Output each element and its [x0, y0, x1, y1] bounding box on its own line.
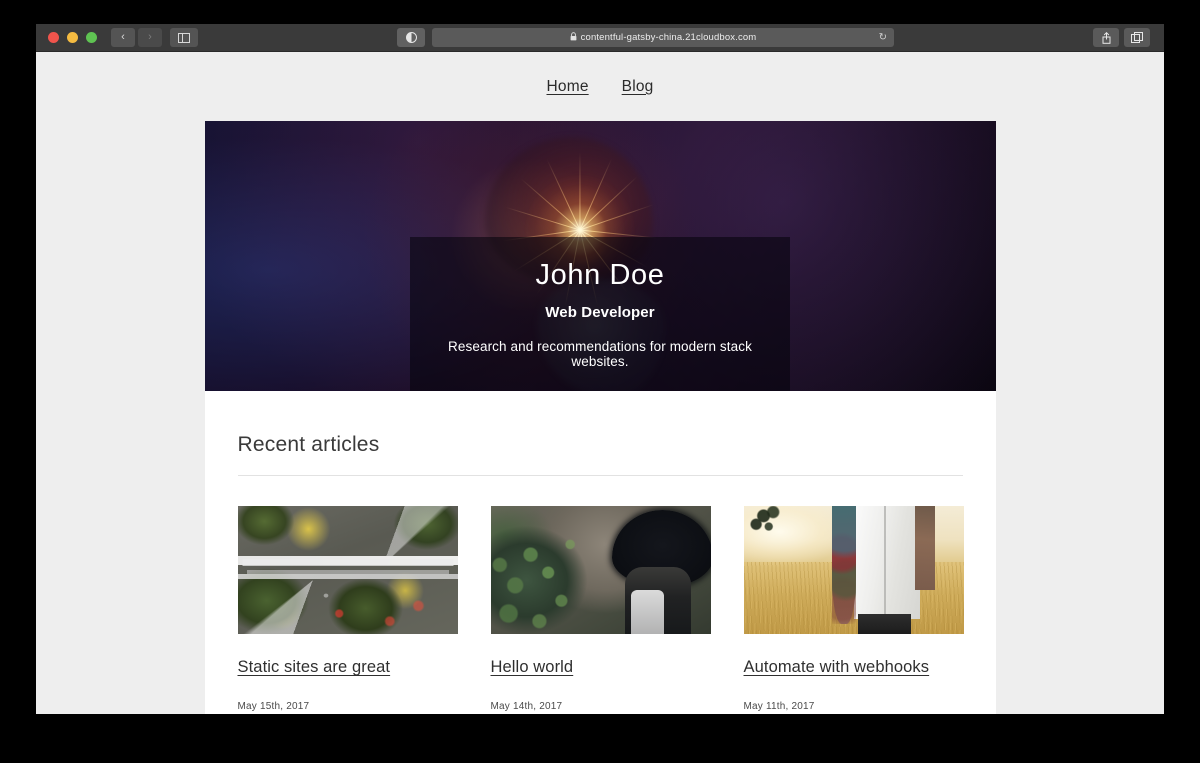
maximize-window-button[interactable] — [86, 32, 97, 43]
article-thumbnail-hat[interactable] — [490, 506, 711, 634]
navigation-buttons: ‹ › — [111, 28, 162, 47]
hero-banner: John Doe Web Developer Research and reco… — [204, 121, 996, 391]
reload-button[interactable]: ↻ — [879, 32, 887, 43]
share-icon — [1102, 31, 1110, 44]
back-button[interactable]: ‹ — [111, 28, 135, 47]
sidebar-icon — [178, 32, 190, 43]
article-card: Static sites are great May 15th, 2017 — [237, 506, 458, 712]
photo-figure-tattooed-arm — [831, 506, 856, 624]
article-card: Hello world May 14th, 2017 — [490, 506, 711, 712]
photo-figure-body — [631, 590, 665, 634]
section-divider — [237, 475, 963, 476]
window-traffic-lights — [48, 32, 97, 43]
article-title-link[interactable]: Hello world — [491, 658, 711, 677]
toolbar-right-group — [1093, 28, 1150, 47]
article-thumbnail-field[interactable] — [743, 506, 964, 634]
article-card-grid: Static sites are great May 15th, 2017 He… — [237, 506, 964, 712]
address-bar[interactable]: contentful-gatsby-china.21cloudbox.com ↻ — [432, 28, 894, 47]
nav-link-home[interactable]: Home — [547, 78, 589, 96]
woman-with-black-hat-in-forest-photo — [490, 506, 711, 634]
nav-link-blog[interactable]: Blog — [622, 78, 654, 96]
aerial-highway-interchange-photo — [237, 506, 458, 634]
browser-window: ‹ › contentful-gatsby-china.21cloudbox.c… — [36, 24, 1164, 714]
toolbar-center-group: contentful-gatsby-china.21cloudbox.com ↻ — [198, 28, 1093, 47]
person-in-golden-wheat-field-photo — [743, 506, 964, 634]
content-column: John Doe Web Developer Research and reco… — [204, 121, 996, 714]
article-thumbnail-highway[interactable] — [237, 506, 458, 634]
forward-button[interactable]: › — [138, 28, 162, 47]
site-navigation: Home Blog — [36, 52, 1164, 121]
photo-figure-shirt — [853, 506, 920, 619]
hero-description: Research and recommendations for modern … — [448, 339, 752, 369]
tabs-icon — [1131, 32, 1143, 43]
article-date: May 14th, 2017 — [490, 701, 563, 712]
photo-figure-pants — [857, 613, 911, 634]
share-button[interactable] — [1093, 28, 1119, 47]
address-bar-url: contentful-gatsby-china.21cloudbox.com — [580, 32, 757, 43]
article-card: Automate with webhooks May 11th, 2017 — [743, 506, 964, 712]
browser-toolbar: ‹ › contentful-gatsby-china.21cloudbox.c… — [36, 24, 1164, 52]
minimize-window-button[interactable] — [67, 32, 78, 43]
page-viewport: Home Blog John Doe Web Developer Researc… — [36, 52, 1164, 714]
lock-glyph — [570, 32, 577, 41]
close-window-button[interactable] — [48, 32, 59, 43]
reader-icon — [405, 32, 417, 43]
address-bar-content: contentful-gatsby-china.21cloudbox.com — [570, 32, 757, 43]
sidebar-toggle-button[interactable] — [170, 28, 198, 47]
section-heading: Recent articles — [237, 433, 380, 456]
article-date: May 11th, 2017 — [743, 701, 815, 712]
photo-foliage — [490, 506, 711, 634]
hero-title: John Doe — [535, 258, 665, 291]
photo-figure-far-arm — [915, 506, 935, 591]
show-tabs-button[interactable] — [1124, 28, 1150, 47]
hero-subtitle: Web Developer — [545, 304, 655, 321]
article-title-link[interactable]: Static sites are great — [238, 658, 458, 677]
article-title-link[interactable]: Automate with webhooks — [744, 658, 964, 677]
lock-icon — [570, 32, 577, 43]
hero-text-overlay: John Doe Web Developer Research and reco… — [410, 236, 790, 391]
article-date: May 15th, 2017 — [237, 701, 310, 712]
recent-articles-section: Recent articles Static sites are great M… — [204, 391, 996, 714]
reader-mode-button[interactable] — [397, 28, 425, 47]
